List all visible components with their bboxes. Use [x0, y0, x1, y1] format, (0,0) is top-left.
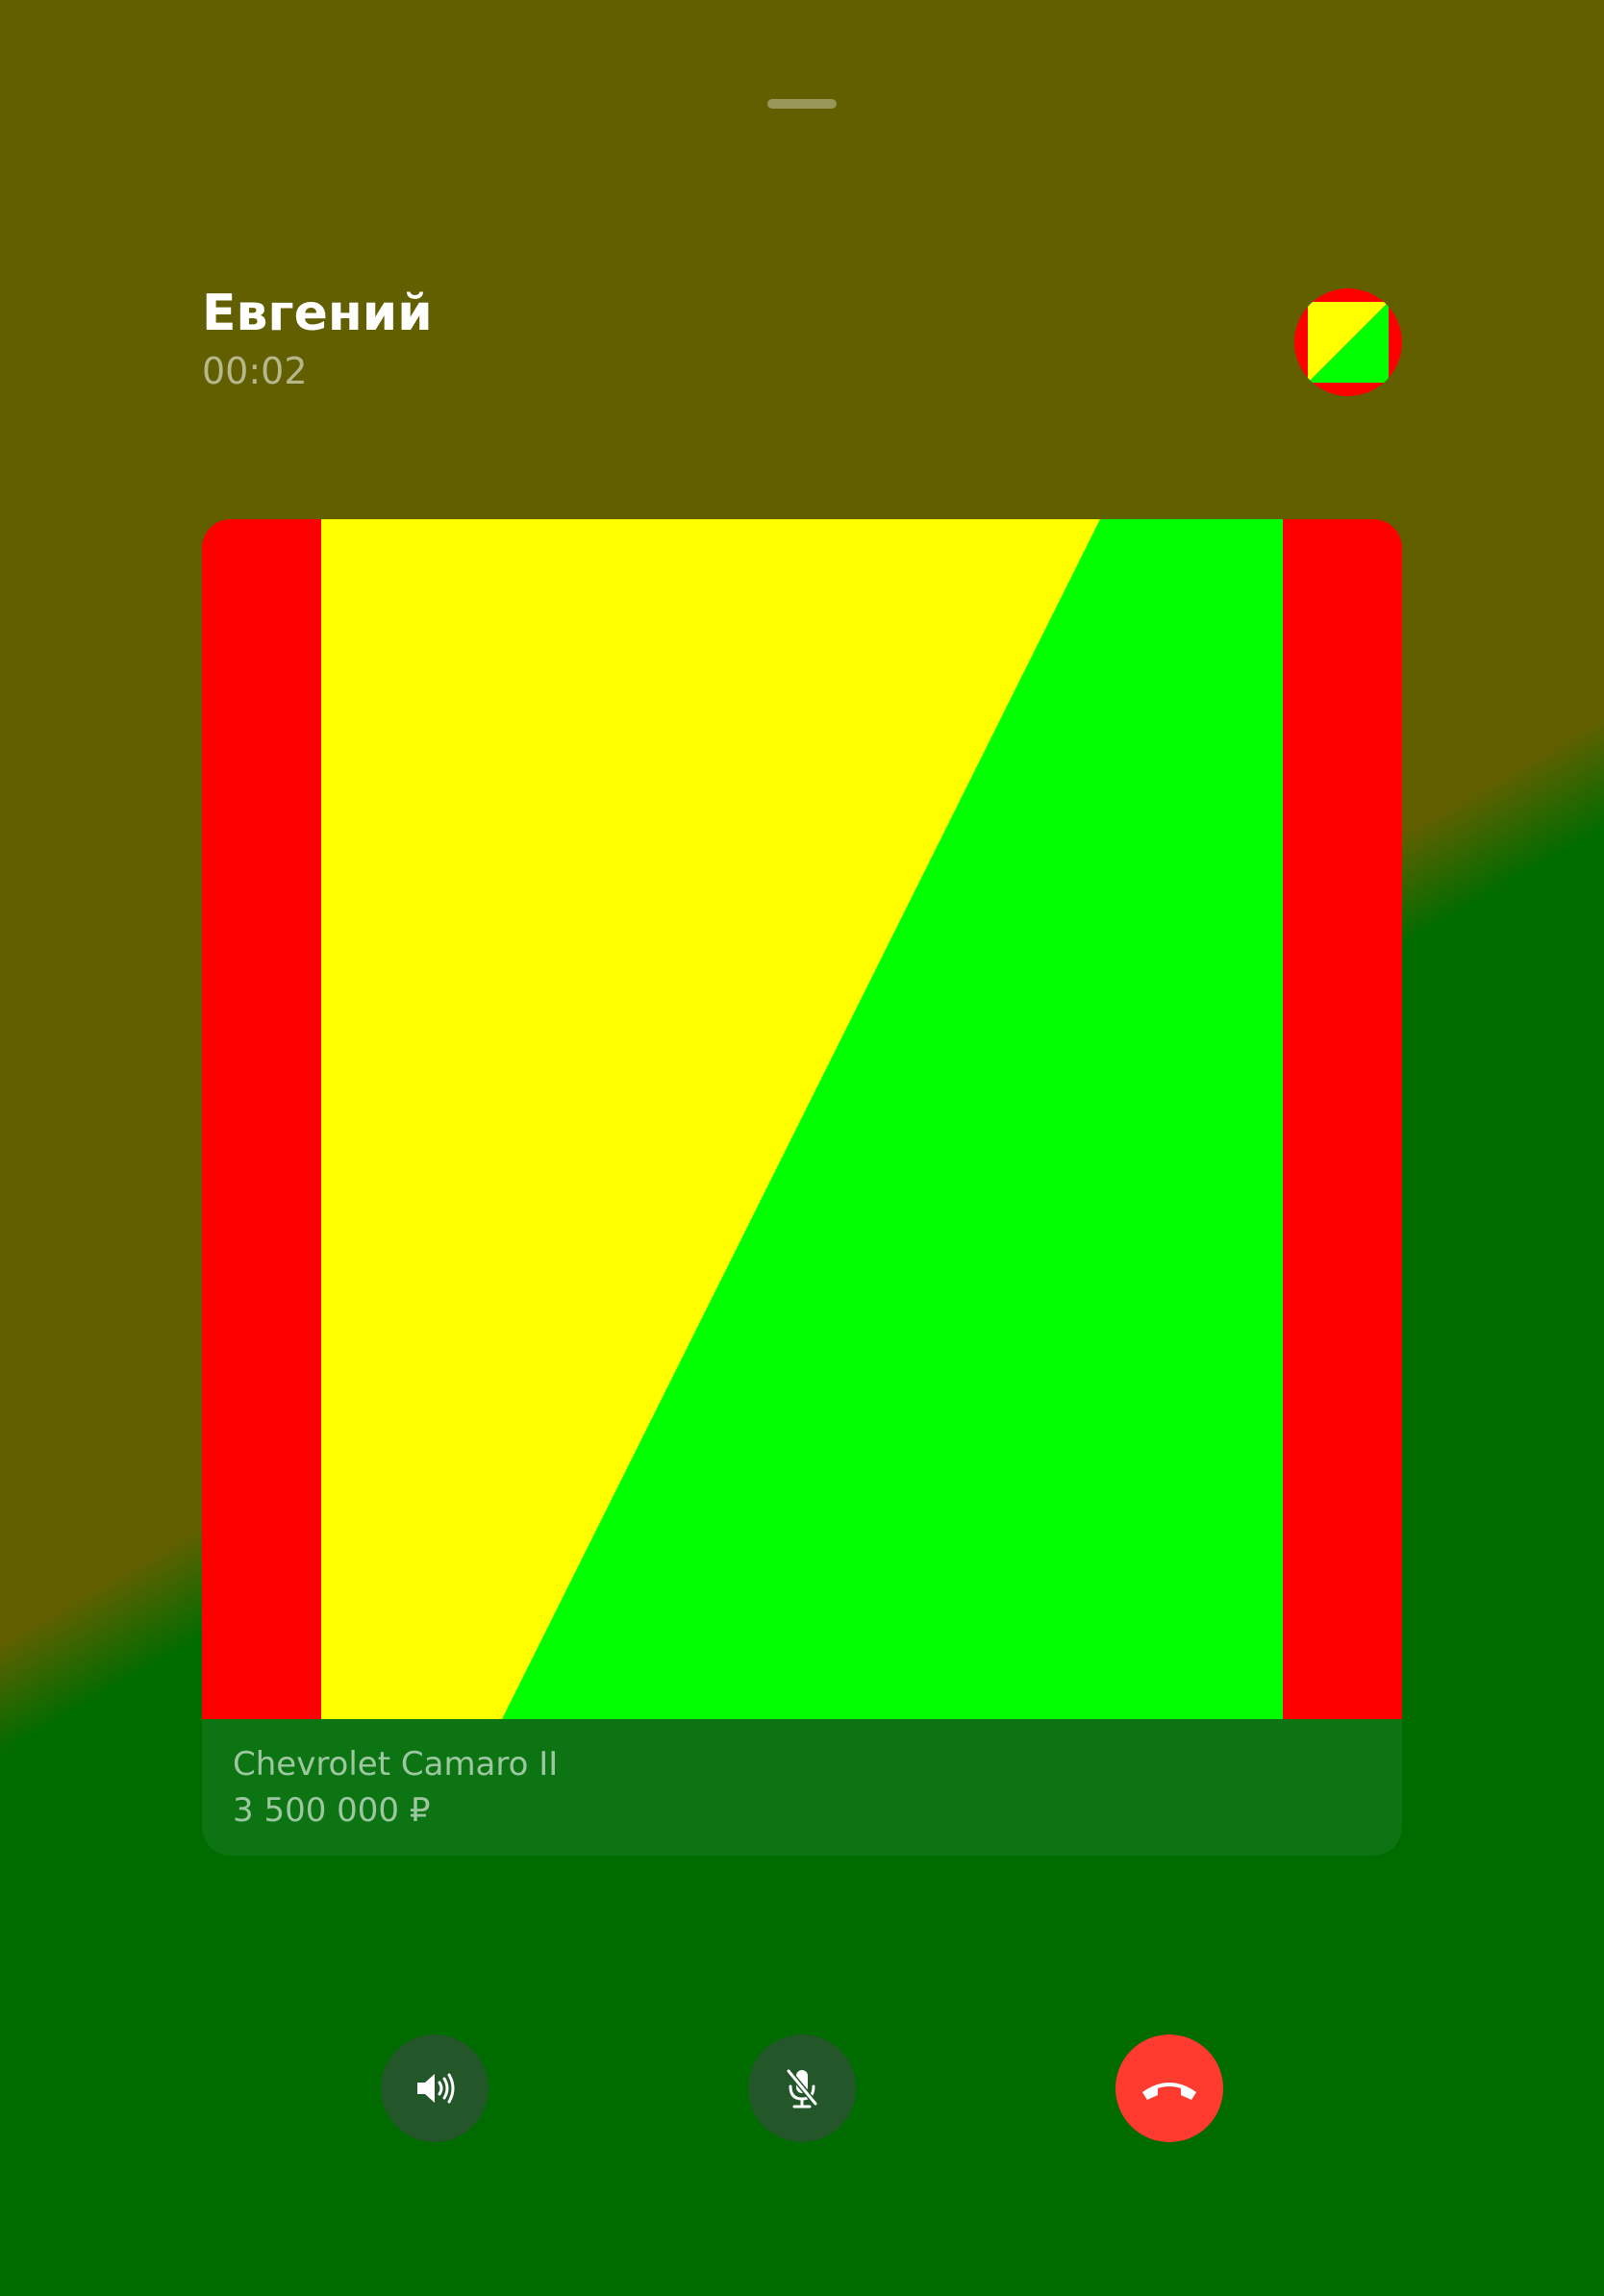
- listing-info: Chevrolet Camaro II 3 500 000 ₽: [202, 1719, 1402, 1856]
- avatar: [1294, 288, 1402, 396]
- caller-name: Евгений: [202, 285, 433, 342]
- listing-card[interactable]: Chevrolet Camaro II 3 500 000 ₽: [202, 519, 1402, 1856]
- call-screen: Евгений 00:02 Chevrolet Camaro II 3 500 …: [0, 0, 1604, 2296]
- phone-hangup-icon: [1139, 2065, 1200, 2111]
- speaker-icon: [412, 2065, 458, 2111]
- listing-price: 3 500 000 ₽: [233, 1791, 431, 1830]
- avatar-image: [1294, 288, 1402, 396]
- microphone-off-icon: [779, 2065, 825, 2111]
- listing-image: [202, 519, 1402, 1719]
- drag-handle[interactable]: [767, 99, 837, 109]
- speaker-button[interactable]: [381, 2034, 489, 2142]
- hang-up-button[interactable]: [1115, 2034, 1223, 2142]
- listing-title: Chevrolet Camaro II: [233, 1745, 559, 1784]
- call-timer: 00:02: [202, 350, 308, 392]
- mute-button[interactable]: [748, 2034, 856, 2142]
